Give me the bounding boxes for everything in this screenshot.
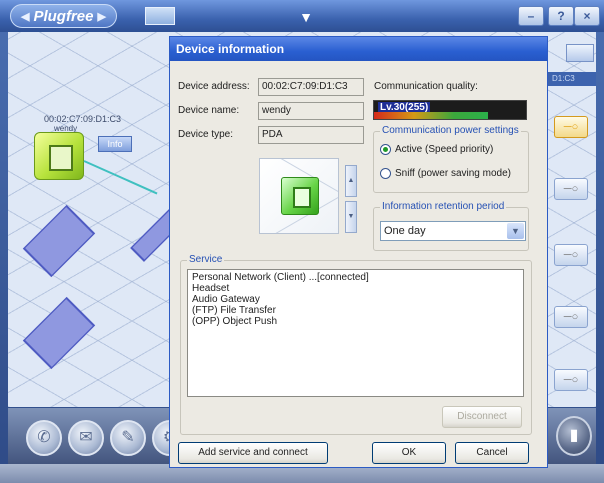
list-item[interactable]: Headset bbox=[192, 283, 519, 294]
dialog-title: Device information bbox=[170, 37, 547, 61]
pen-icon[interactable]: ✎ bbox=[110, 420, 146, 456]
key-icon[interactable]: ─○ bbox=[554, 369, 588, 391]
disconnect-button[interactable]: Disconnect bbox=[442, 406, 522, 428]
device-information-dialog: Device information Device address: 00:02… bbox=[169, 36, 548, 468]
connection-line bbox=[83, 160, 158, 195]
communication-quality-meter: Lv.30(255) bbox=[373, 100, 527, 120]
power-settings-group: Communication power settings Active (Spe… bbox=[373, 125, 529, 193]
device-name-label: Device name: bbox=[178, 105, 240, 116]
app-title: Plugfree bbox=[33, 7, 94, 25]
pda-device-icon bbox=[281, 177, 319, 215]
scroll-down-icon[interactable]: ▼ bbox=[345, 201, 357, 233]
right-device-label: D1:C3 bbox=[546, 72, 596, 86]
empty-slot-diamond[interactable] bbox=[22, 204, 96, 278]
communication-quality-label: Communication quality: bbox=[374, 81, 478, 92]
plugfree-logo[interactable]: ◀ Plugfree ▶ bbox=[10, 4, 117, 28]
key-icon[interactable]: ─○ bbox=[554, 178, 588, 200]
device-preview bbox=[259, 158, 339, 234]
quality-level-fill bbox=[374, 112, 488, 119]
grid-icon[interactable] bbox=[566, 44, 594, 62]
empty-slot-diamond[interactable] bbox=[22, 296, 96, 370]
scroll-up-icon[interactable]: ▲ bbox=[345, 165, 357, 197]
add-service-connect-button[interactable]: Add service and connect bbox=[178, 442, 328, 464]
exit-icon[interactable]: ▮ bbox=[556, 416, 592, 456]
retention-period-select[interactable]: One day ▼ bbox=[380, 221, 526, 241]
radio-label: Active (Speed priority) bbox=[395, 144, 494, 155]
device-mac-label: 00:02:C7:09:D1:C3 bbox=[44, 114, 122, 124]
radio-label: Sniff (power saving mode) bbox=[395, 168, 511, 179]
retention-legend: Information retention period bbox=[380, 201, 507, 212]
cancel-button[interactable]: Cancel bbox=[455, 442, 529, 464]
device-type-field: PDA bbox=[258, 126, 364, 144]
service-legend: Service bbox=[187, 254, 225, 265]
active-mode-radio[interactable]: Active (Speed priority) bbox=[380, 144, 493, 155]
ok-button[interactable]: OK bbox=[372, 442, 446, 464]
chevron-down-icon[interactable]: ▼ bbox=[507, 223, 524, 239]
sniff-mode-radio[interactable]: Sniff (power saving mode) bbox=[380, 168, 511, 179]
chevron-down-icon[interactable]: ▼ bbox=[286, 6, 326, 28]
info-button[interactable]: Info bbox=[98, 136, 132, 152]
key-icon[interactable]: ─○ bbox=[554, 244, 588, 266]
device-address-field: 00:02:C7:09:D1:C3 bbox=[258, 78, 364, 96]
power-settings-legend: Communication power settings bbox=[380, 125, 521, 136]
plugfree-window: ◀ Plugfree ▶ ▼ – ? × 00:02:C7:09:D1:C3 w… bbox=[0, 0, 604, 483]
phone-icon[interactable]: ✆ bbox=[26, 420, 62, 456]
close-button[interactable]: × bbox=[574, 6, 600, 26]
key-icon[interactable]: ─○ bbox=[554, 306, 588, 328]
mail-icon[interactable]: ✉ bbox=[68, 420, 104, 456]
list-item[interactable]: (FTP) File Transfer bbox=[192, 305, 519, 316]
key-icon[interactable]: ─○ bbox=[554, 116, 588, 138]
radio-unselected-icon bbox=[380, 168, 391, 179]
list-item[interactable]: (OPP) Object Push bbox=[192, 316, 519, 327]
device-name-field: wendy bbox=[258, 102, 364, 120]
service-list[interactable]: Personal Network (Client) ...[connected]… bbox=[187, 269, 524, 397]
forward-arrow-icon: ▶ bbox=[97, 10, 106, 23]
device-type-label: Device type: bbox=[178, 129, 234, 140]
list-item[interactable]: Personal Network (Client) ...[connected] bbox=[192, 272, 519, 283]
minimap-icon[interactable] bbox=[145, 7, 175, 25]
pda-device-icon[interactable] bbox=[34, 132, 84, 180]
app-titlebar: ◀ Plugfree ▶ ▼ – ? × bbox=[0, 0, 604, 32]
minimize-button[interactable]: – bbox=[518, 6, 544, 26]
help-button[interactable]: ? bbox=[548, 6, 574, 26]
device-address-label: Device address: bbox=[178, 81, 250, 92]
back-arrow-icon: ◀ bbox=[21, 10, 30, 23]
radio-selected-icon bbox=[380, 144, 391, 155]
retention-selected-value: One day bbox=[384, 225, 426, 237]
list-item[interactable]: Audio Gateway bbox=[192, 294, 519, 305]
